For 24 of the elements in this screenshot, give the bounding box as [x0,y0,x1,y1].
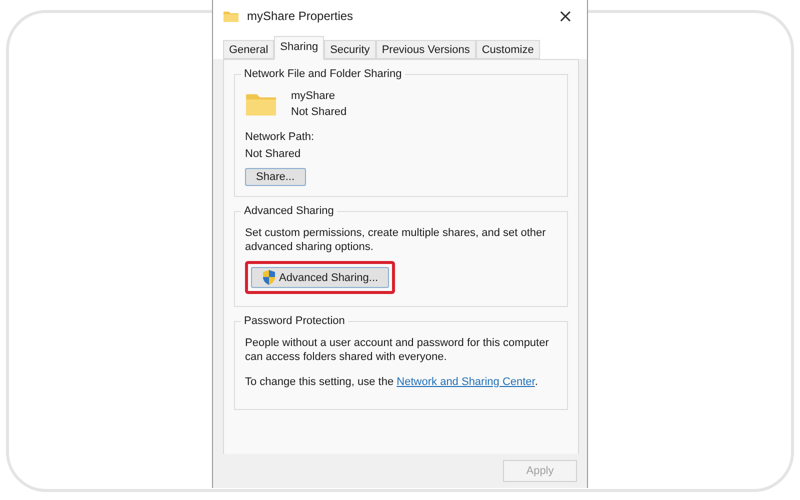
network-path-label: Network Path: [245,130,316,144]
close-button[interactable]: × [554,6,577,26]
window-title: myShare Properties [247,9,354,23]
description-text: Set custom permissions, create multiple shares, and set other advanced sharing options. [245,226,547,254]
folder-name: myShare [291,89,336,103]
group-title: Password Protection [241,315,348,327]
tab[interactable]: Customize [476,40,540,59]
folder-icon [223,10,239,22]
hint-text: To change this setting, use the [245,376,395,388]
folder-status: Not Shared [291,105,347,119]
folder-icon [245,91,277,117]
period-text: . [534,376,538,388]
tab[interactable]: Sharing [274,36,324,60]
advanced-sharing-button[interactable]: Advanced Sharing... [251,267,390,288]
network-center-link[interactable]: Network and Sharing Center [396,376,535,388]
tab[interactable]: Security [324,40,376,59]
group-title: Advanced Sharing [241,205,337,217]
group-title: Network File and Folder Sharing [241,68,405,80]
network-path-value: Not Shared [245,147,302,161]
tab[interactable]: Previous Versions [376,40,476,59]
shield-icon [262,270,276,285]
share-button[interactable]: Share... [245,168,306,186]
description-text: People without a user account and password for this computer can access folders shared with everyone. [245,336,550,364]
tab[interactable]: General [223,40,274,59]
